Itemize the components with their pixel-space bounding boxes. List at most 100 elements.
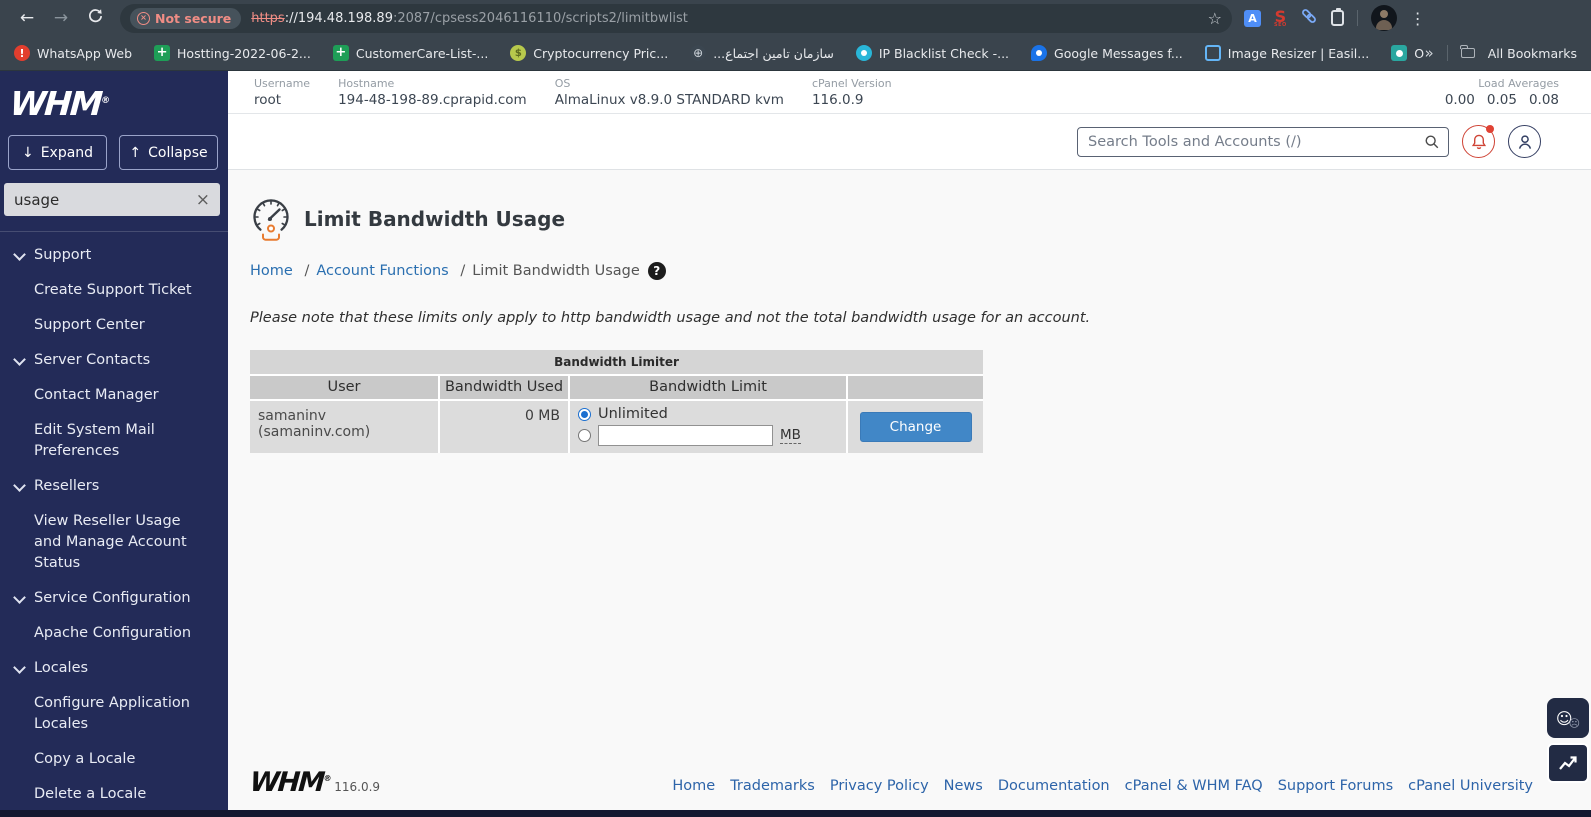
user-icon [1518, 134, 1531, 149]
footer-link[interactable]: cPanel & WHM FAQ [1125, 778, 1263, 794]
not-secure-label: Not secure [155, 10, 232, 26]
custom-limit-radio[interactable] [578, 429, 591, 442]
back-icon[interactable]: ← [10, 8, 44, 28]
feedback-button[interactable]: ☺ ☹ [1547, 698, 1589, 738]
title-row: Limit Bandwidth Usage [250, 196, 1591, 242]
bookmark-item[interactable]: IP Blacklist Check -... [855, 45, 1009, 61]
footer-links: Home Trademarks Privacy Policy News Document… [672, 778, 1533, 798]
bookmark-favicon [690, 45, 707, 61]
change-button[interactable]: Change [859, 412, 972, 442]
seo-extension-icon[interactable]: S SEO [1274, 8, 1287, 28]
link-extension-icon[interactable] [1300, 7, 1318, 29]
bookmarks-overflow-icon[interactable]: » [1425, 44, 1434, 62]
toolbar-extensions: A S SEO ⋮ [1244, 5, 1426, 31]
server-field-label: Hostname [338, 77, 395, 90]
help-icon[interactable]: ? [647, 262, 666, 280]
load-averages-label: Load Averages [1478, 77, 1559, 90]
breadcrumb-link[interactable]: Home [250, 263, 293, 279]
main-content: Limit Bandwidth Usage Home / Account Fun [228, 170, 1591, 810]
sidebar-nav-row[interactable]: Copy a Locale [0, 742, 228, 777]
bookmark-star-icon[interactable]: ☆ [1208, 9, 1222, 28]
sidebar-nav-row[interactable]: Configure Application Locales [0, 686, 228, 742]
sidebar-nav-label: Contact Manager [34, 387, 159, 404]
load-average-value: 0.05 [1486, 92, 1517, 108]
header-search [1077, 126, 1449, 157]
bottom-strip [0, 810, 1591, 817]
expand-button[interactable]: ↓ Expand [8, 135, 107, 170]
profile-avatar[interactable] [1370, 5, 1397, 31]
sidebar-nav-row[interactable]: Support [0, 238, 228, 273]
footer-version: 116.0.9 [334, 780, 381, 794]
bookmark-item[interactable]: Image Resizer | Easil... [1204, 45, 1369, 61]
footer-link[interactable]: News [944, 778, 983, 794]
collapse-button[interactable]: ↑ Collapse [119, 135, 218, 170]
bookmark-item[interactable]: Online Image Comp... [1391, 45, 1425, 61]
forward-icon[interactable]: → [44, 8, 78, 28]
sidebar-nav-row[interactable]: Service Configuration [0, 581, 228, 616]
sidebar-nav-row[interactable]: Support Center [0, 308, 228, 343]
whm-logo: WHM® [8, 84, 111, 123]
sidebar-nav-row[interactable]: Server Contacts [0, 343, 228, 378]
unlimited-option: Unlimited [578, 406, 838, 422]
not-secure-chip[interactable]: × Not secure [130, 7, 242, 29]
notifications-button[interactable] [1462, 125, 1495, 158]
bookmark-item[interactable]: Hostting-2022-06-2... [154, 45, 311, 61]
footer-link[interactable]: Support Forums [1278, 778, 1393, 794]
footer-link[interactable]: cPanel University [1408, 778, 1533, 794]
breadcrumb-item: Home / [250, 263, 316, 279]
sidebar-nav-row[interactable]: Contact Manager [0, 378, 228, 413]
url-path: :2087/cpsess2046116110/scripts2/limitbwl… [392, 10, 688, 26]
sidebar-nav-label: Resellers [34, 478, 100, 495]
sidebar: WHM® ↓Expand ↑Collapse × Support [0, 71, 228, 810]
sidebar-nav-row[interactable]: Resellers [0, 469, 228, 504]
sidebar-nav-row[interactable]: Apache Configuration [0, 616, 228, 651]
user-menu-button[interactable] [1508, 125, 1541, 158]
footer: WHM®116.0.9 Home Trademarks Privacy Policy… [249, 767, 1533, 798]
search-input[interactable] [1077, 126, 1449, 157]
sidebar-nav-row[interactable]: Edit System Mail Preferences [0, 413, 228, 469]
table-caption: Bandwidth Limiter [250, 350, 983, 374]
translate-extension-icon[interactable]: A [1244, 9, 1261, 27]
server-field-label: cPanel Version [811, 77, 892, 90]
bookmark-favicon [855, 45, 872, 61]
sidebar-nav-row[interactable]: Delete a Locale [0, 777, 228, 810]
browser-menu-icon[interactable]: ⋮ [1410, 9, 1426, 28]
sidebar-nav-row[interactable]: Create Support Ticket [0, 273, 228, 308]
sidebar-filter-input[interactable] [14, 190, 184, 209]
sidebar-nav-row[interactable]: Locales [0, 651, 228, 686]
sidebar-nav-label: Service Configuration [34, 590, 191, 607]
footer-link[interactable]: Home [672, 778, 715, 794]
header-band [228, 114, 1591, 170]
bookmark-item[interactable]: CustomerCare-List-... [332, 45, 488, 61]
all-bookmarks-label[interactable]: All Bookmarks [1488, 46, 1577, 61]
breadcrumb-link[interactable]: Account Functions [316, 263, 448, 279]
bookmark-item[interactable]: Google Messages f... [1031, 45, 1183, 61]
bookmark-item[interactable]: Cryptocurrency Pric... [510, 45, 668, 61]
bookmark-label: Online Image Comp... [1414, 45, 1425, 61]
footer-link[interactable]: Trademarks [730, 778, 815, 794]
server-info-bar: Username root Hostname 194-48-198-89.cpr… [228, 71, 1591, 114]
unlimited-radio[interactable] [578, 407, 591, 421]
footer-link[interactable]: Documentation [998, 778, 1110, 794]
bookmark-item[interactable]: سازمان تامین اجتماع... [690, 45, 834, 61]
footer-link[interactable]: Privacy Policy [830, 778, 929, 794]
action-cell: Change [848, 401, 983, 453]
breadcrumb-link[interactable]: Limit Bandwidth Usage [472, 263, 640, 279]
bookmarks-bar: WhatsApp Web Hostting-2022-06-2... Custo… [0, 36, 1591, 71]
bookmark-item[interactable]: WhatsApp Web [14, 45, 132, 61]
extensions-icon[interactable] [1330, 8, 1344, 26]
reload-icon[interactable] [78, 7, 112, 29]
sidebar-nav: Support Create Support Ticket Support Ce… [0, 238, 228, 810]
folder-icon [1460, 44, 1475, 58]
bookmark-favicon [510, 45, 527, 61]
sidebar-nav-row[interactable]: View Reseller Usage and Manage Account S… [0, 504, 228, 581]
breadcrumb-separator: / [460, 263, 466, 279]
table-column-header: User [250, 376, 438, 399]
clear-filter-icon[interactable]: × [196, 190, 210, 210]
search-icon[interactable] [1424, 134, 1440, 150]
url-scheme: https [251, 10, 285, 26]
analytics-button[interactable] [1547, 743, 1589, 783]
not-secure-icon: × [137, 11, 150, 25]
limit-value-input[interactable] [598, 425, 773, 446]
address-bar[interactable]: × Not secure https://194.48.198.89:2087/… [120, 3, 1232, 33]
